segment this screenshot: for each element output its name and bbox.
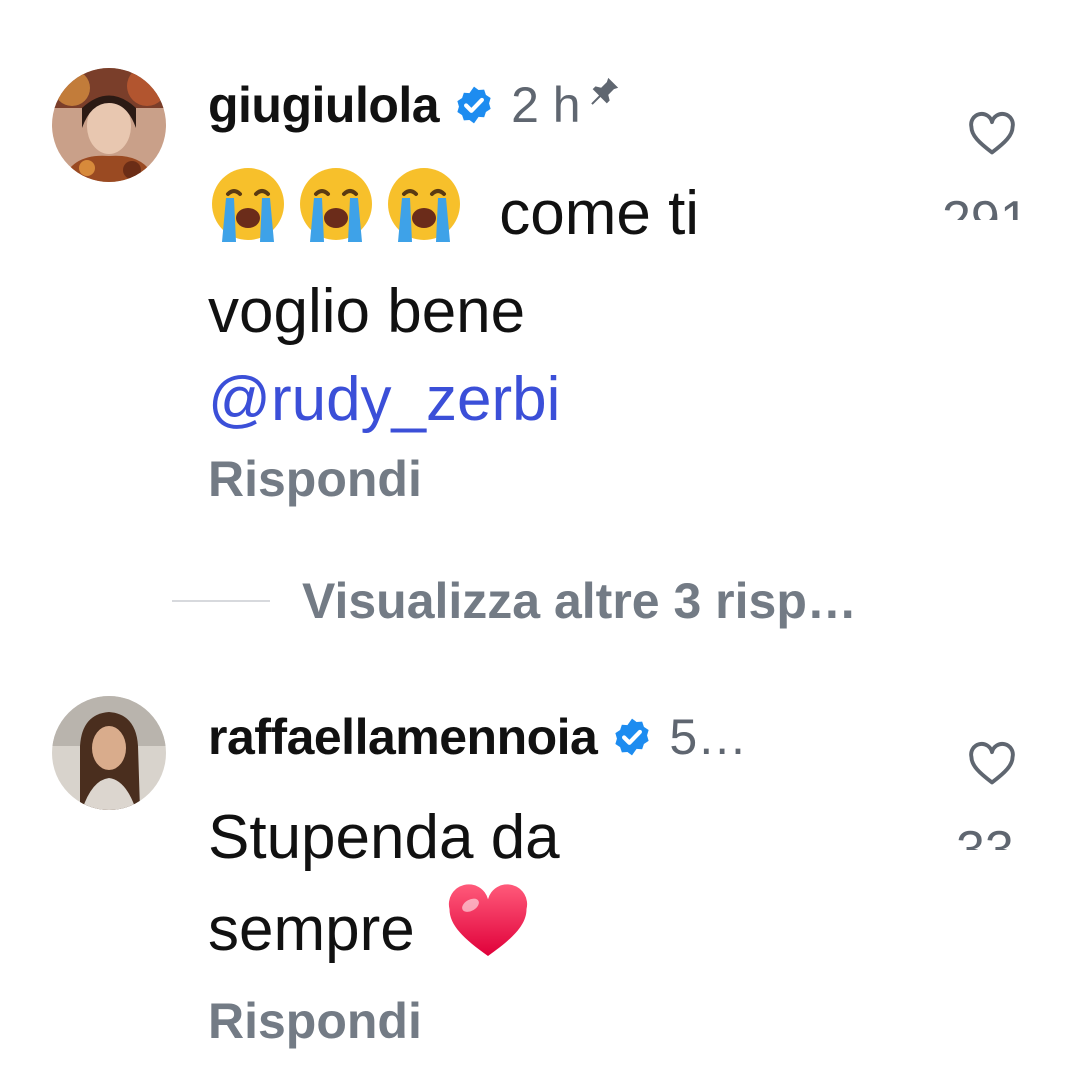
heart-outline-icon <box>969 112 1015 155</box>
avatar[interactable] <box>52 696 166 810</box>
comment-text: come ti voglio bene @rudy_zerbi <box>208 164 699 444</box>
heart-outline-icon <box>969 742 1015 785</box>
avatar-image <box>52 696 166 810</box>
view-more-replies[interactable]: Visualizza altre 3 risp… <box>172 572 857 630</box>
comment-text-line1: Stupenda da <box>208 803 560 872</box>
username[interactable]: raffaellamennoia <box>208 708 598 766</box>
verified-badge-icon <box>615 718 649 756</box>
reply-button[interactable]: Rispondi <box>208 992 422 1050</box>
avatar-image <box>52 68 166 182</box>
comment-text-line2: voglio bene <box>208 277 526 346</box>
verified-badge-icon <box>457 86 491 124</box>
red-heart-icon <box>446 882 530 984</box>
like-button[interactable] <box>966 108 1018 160</box>
loudly-crying-face-icon <box>384 164 464 268</box>
avatar[interactable] <box>52 68 166 182</box>
divider-line <box>172 600 270 602</box>
loudly-crying-face-icon <box>208 164 288 268</box>
like-count: 33 <box>956 821 1014 850</box>
view-more-replies-label[interactable]: Visualizza altre 3 risp… <box>302 572 857 630</box>
comment-text-line2: sempre <box>208 895 415 964</box>
comment-header: giugiulola 2 h <box>208 76 621 134</box>
mention-link[interactable]: @rudy_zerbi <box>208 356 699 444</box>
reply-button[interactable]: Rispondi <box>208 450 422 508</box>
pin-icon <box>590 77 618 105</box>
like-count: 291 <box>942 191 1029 220</box>
timestamp: 5… <box>669 709 748 765</box>
username[interactable]: giugiulola <box>208 76 440 134</box>
like-button[interactable] <box>966 738 1018 790</box>
comment-text: Stupenda da sempre <box>208 794 560 984</box>
loudly-crying-face-icon <box>296 164 376 268</box>
comment-header: raffaellamennoia 5… <box>208 708 747 766</box>
timestamp: 2 h <box>511 77 581 133</box>
comment-text-line1: come ti <box>499 179 700 248</box>
